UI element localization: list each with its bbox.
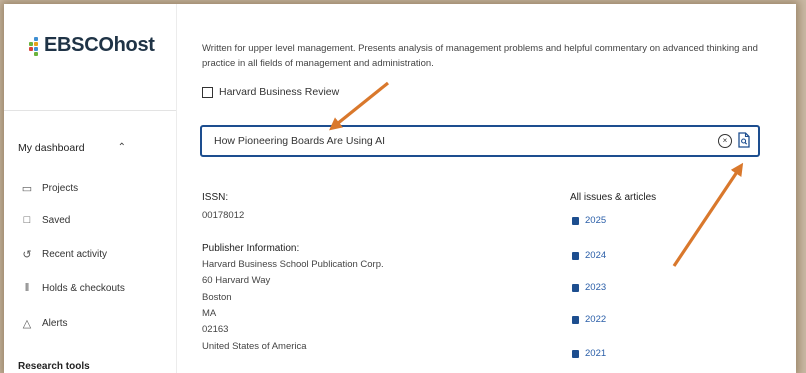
sidebar-item-label: Projects — [42, 183, 79, 194]
research-tools-heading[interactable]: Research tools — [18, 361, 90, 372]
sidebar-item-label: Holds & checkouts — [42, 282, 125, 294]
year-link-2022[interactable]: 2022 — [572, 314, 606, 325]
ebsco-logo-icon — [26, 35, 42, 57]
year-label: 2022 — [585, 314, 607, 325]
year-link-2024[interactable]: 2024 — [572, 250, 606, 261]
app-window: EBSCOhost My dashboard ⌃ ▭ Projects □ Sa… — [4, 4, 796, 373]
search-document-icon[interactable] — [738, 132, 750, 148]
publication-checkbox-row[interactable]: Harvard Business Review — [202, 86, 339, 98]
publisher-line: 02163 — [202, 324, 229, 335]
bell-icon: △ — [22, 318, 32, 330]
sidebar-section-my-dashboard[interactable]: My dashboard ⌃ — [18, 142, 168, 154]
book-icon — [572, 251, 579, 260]
chevron-up-icon[interactable]: ⌃ — [118, 142, 126, 154]
year-label: 2025 — [585, 215, 607, 226]
books-icon: ‖ — [24, 282, 30, 294]
publication-description: Written for upper level management. Pres… — [202, 43, 758, 69]
year-label: 2024 — [585, 250, 607, 261]
sidebar: EBSCOhost My dashboard ⌃ ▭ Projects □ Sa… — [4, 4, 177, 373]
publisher-line: Boston — [202, 292, 232, 303]
all-issues-heading: All issues & articles — [570, 192, 657, 203]
sidebar-item-holds-checkouts[interactable]: ‖ Holds & checkouts — [20, 282, 125, 294]
publisher-label: Publisher Information: — [202, 243, 300, 254]
book-icon — [572, 349, 579, 358]
harvard-business-review-checkbox[interactable] — [202, 86, 213, 98]
book-icon — [572, 216, 579, 225]
sidebar-item-projects[interactable]: ▭ Projects — [20, 182, 78, 195]
main-content: Written for upper level management. Pres… — [200, 4, 790, 373]
issn-value: 00178012 — [202, 210, 245, 221]
sidebar-item-alerts[interactable]: △ Alerts — [20, 317, 68, 330]
history-icon: ↺ — [22, 249, 32, 261]
sidebar-item-recent-activity[interactable]: ↺ Recent activity — [20, 248, 107, 261]
year-link-2025[interactable]: 2025 — [572, 215, 606, 226]
sidebar-item-saved[interactable]: □ Saved — [20, 214, 71, 226]
checkbox-label: Harvard Business Review — [219, 86, 340, 98]
clear-search-icon[interactable]: × — [718, 134, 732, 148]
sidebar-item-label: Alerts — [42, 318, 68, 329]
sidebar-divider — [4, 110, 176, 111]
ebscohost-logo[interactable]: EBSCOhost — [26, 34, 155, 57]
book-icon — [572, 283, 579, 292]
sidebar-section-label: My dashboard — [18, 142, 85, 154]
publisher-line: Harvard Business School Publication Corp… — [202, 259, 384, 270]
issn-label: ISSN: — [202, 192, 229, 203]
year-label: 2023 — [585, 282, 607, 293]
book-icon — [572, 315, 579, 324]
sidebar-item-label: Saved — [42, 214, 71, 226]
folder-icon: ▭ — [21, 183, 33, 195]
year-link-2021[interactable]: 2021 — [572, 348, 606, 359]
year-label: 2021 — [585, 348, 607, 359]
publisher-line: MA — [202, 308, 217, 319]
sidebar-item-label: Recent activity — [42, 249, 108, 260]
year-link-2023[interactable]: 2023 — [572, 282, 606, 293]
search-within-publication: × — [200, 125, 760, 157]
publisher-line: United States of America — [202, 341, 307, 352]
search-input[interactable] — [212, 134, 716, 148]
logo-text: EBSCOhost — [44, 34, 155, 56]
publisher-line: 60 Harvard Way — [202, 275, 271, 286]
bookmark-icon: □ — [23, 214, 31, 226]
